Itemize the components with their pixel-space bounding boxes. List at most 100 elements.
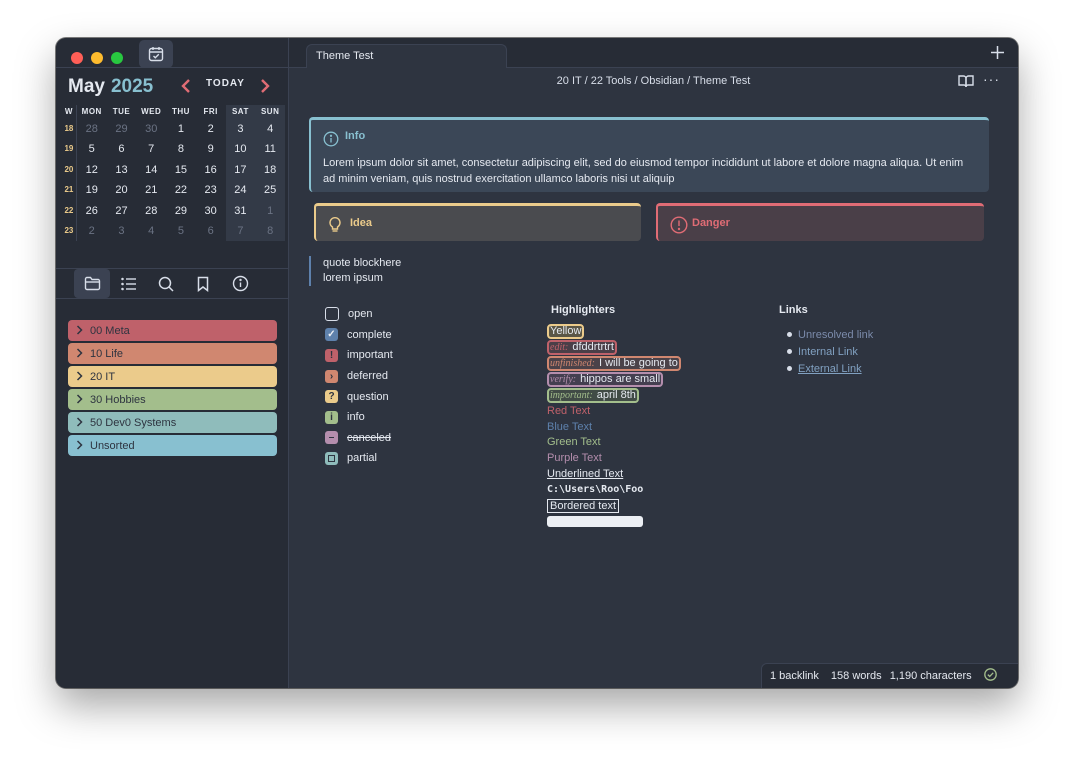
calendar-day[interactable]: 29	[107, 119, 137, 139]
folder-item[interactable]: 00 Meta	[68, 320, 277, 341]
more-options-button[interactable]: ···	[983, 71, 1000, 87]
breadcrumb[interactable]: 20 IT / 22 Tools / Obsidian / Theme Test	[289, 75, 1018, 87]
task-label: important	[347, 349, 393, 362]
calendar-day[interactable]: 20	[107, 180, 137, 200]
calendar-day[interactable]: 12	[77, 160, 107, 180]
hidden-spoiler[interactable]	[547, 514, 681, 530]
calendar-day[interactable]: 18	[255, 159, 286, 181]
folder-item[interactable]: Unsorted	[68, 435, 277, 456]
task-checkbox[interactable]: ?	[325, 390, 338, 404]
yellow-highlight: Yellow	[547, 324, 681, 340]
calendar-day[interactable]: 4	[136, 221, 166, 241]
week-number[interactable]: 22	[62, 200, 77, 221]
calendar-day[interactable]: 25	[255, 180, 286, 201]
calendar-day[interactable]: 8	[166, 139, 196, 159]
today-button[interactable]: TODAY	[206, 78, 245, 89]
task-checkbox[interactable]	[325, 451, 338, 465]
prev-month-button[interactable]	[180, 78, 192, 99]
calendar-day[interactable]: 31	[225, 200, 256, 221]
reading-view-button[interactable]	[958, 74, 974, 93]
folder-item[interactable]: 20 IT	[68, 366, 277, 387]
calendar-day[interactable]: 16	[196, 160, 226, 180]
calendar-day[interactable]: 13	[107, 160, 137, 180]
calendar-day[interactable]: 26	[77, 201, 107, 221]
folder-item[interactable]: 30 Hobbies	[68, 389, 277, 410]
calendar-day[interactable]: 3	[225, 119, 256, 140]
task-checkbox[interactable]: ✓	[325, 328, 338, 342]
calendar-day[interactable]: 3	[107, 221, 137, 241]
files-tab[interactable]	[74, 269, 110, 298]
task-item: ! important	[325, 345, 393, 366]
folder-item[interactable]: 50 Dev0 Systems	[68, 412, 277, 433]
calendar-day[interactable]: 1	[255, 200, 286, 221]
task-checkbox[interactable]: !	[325, 348, 338, 362]
week-number[interactable]: 20	[62, 159, 77, 181]
outline-tab[interactable]	[111, 269, 147, 298]
calendar-tab-button[interactable]	[139, 40, 173, 68]
calendar-day[interactable]: 6	[107, 139, 137, 159]
calendar-day[interactable]: 6	[196, 221, 226, 241]
calendar-day[interactable]: 17	[225, 159, 256, 181]
search-tab[interactable]	[148, 269, 184, 298]
calendar-day[interactable]: 30	[196, 201, 226, 221]
new-tab-button[interactable]	[991, 42, 1004, 65]
folder-label: 10 Life	[90, 347, 124, 360]
calendar-day[interactable]: 7	[136, 139, 166, 159]
calendar-day[interactable]: 14	[136, 160, 166, 180]
info-callout: Info Lorem ipsum dolor sit amet, consect…	[309, 117, 989, 192]
lightbulb-icon	[328, 216, 342, 238]
calendar-day[interactable]: 1	[166, 119, 196, 139]
edit-highlight: edit: dfddrtrtrt	[547, 340, 681, 356]
calendar-day[interactable]: 24	[225, 180, 256, 201]
calendar-day[interactable]: 23	[196, 180, 226, 200]
week-number[interactable]: 21	[62, 180, 77, 201]
calendar-day[interactable]: 5	[77, 139, 107, 159]
calendar-day[interactable]: 28	[136, 201, 166, 221]
week-number[interactable]: 18	[62, 119, 77, 140]
calendar-day[interactable]: 7	[225, 220, 256, 242]
calendar-day[interactable]: 28	[77, 119, 107, 139]
calendar-day[interactable]: 2	[196, 119, 226, 139]
calendar-day[interactable]: 22	[166, 180, 196, 200]
folder-item[interactable]: 10 Life	[68, 343, 277, 364]
chevron-right-icon	[261, 79, 270, 93]
close-window-button[interactable]	[71, 52, 83, 64]
week-number[interactable]: 23	[62, 220, 77, 242]
backlink-count[interactable]: 1 backlink	[770, 670, 819, 682]
sync-status[interactable]	[983, 668, 997, 684]
calendar-day[interactable]: 19	[77, 180, 107, 200]
zoom-window-button[interactable]	[111, 52, 123, 64]
calendar-day[interactable]: 4	[255, 119, 286, 140]
task-item: – canceled	[325, 428, 393, 449]
calendar-day[interactable]: 30	[136, 119, 166, 139]
calendar-day[interactable]: 29	[166, 201, 196, 221]
calendar-month-title: May 2025	[68, 76, 154, 97]
calendar-day[interactable]: 21	[136, 180, 166, 200]
week-number[interactable]: 19	[62, 139, 77, 160]
calendar-day[interactable]: 2	[77, 221, 107, 241]
info-tab[interactable]	[222, 269, 258, 298]
tab-theme-test[interactable]: Theme Test	[306, 44, 507, 68]
task-checkbox[interactable]	[325, 307, 339, 322]
calendar-day[interactable]: 11	[255, 139, 286, 160]
calendar-day[interactable]: 27	[107, 201, 137, 221]
sidebar-tab-strip	[74, 269, 259, 298]
next-month-button[interactable]	[259, 78, 271, 99]
chevron-right-icon	[68, 393, 90, 407]
bookmarks-tab[interactable]	[185, 269, 221, 298]
external-link[interactable]: External Link	[779, 360, 873, 377]
minimize-window-button[interactable]	[91, 52, 103, 64]
task-checkbox[interactable]: –	[325, 431, 338, 445]
calendar-day[interactable]: 8	[255, 220, 286, 242]
task-checkbox[interactable]: ›	[325, 369, 338, 383]
green-text: Green Text	[547, 436, 601, 449]
info-icon	[323, 131, 339, 152]
calendar-day[interactable]: 9	[196, 139, 226, 159]
unresolved-link[interactable]: Unresolved link	[779, 326, 873, 343]
calendar-day[interactable]: 5	[166, 221, 196, 241]
task-checkbox[interactable]: i	[325, 410, 338, 424]
calendar-day[interactable]: 10	[225, 139, 256, 160]
calendar-day[interactable]: 15	[166, 160, 196, 180]
internal-link[interactable]: Internal Link	[779, 343, 873, 360]
day-header: SUN	[255, 105, 286, 119]
